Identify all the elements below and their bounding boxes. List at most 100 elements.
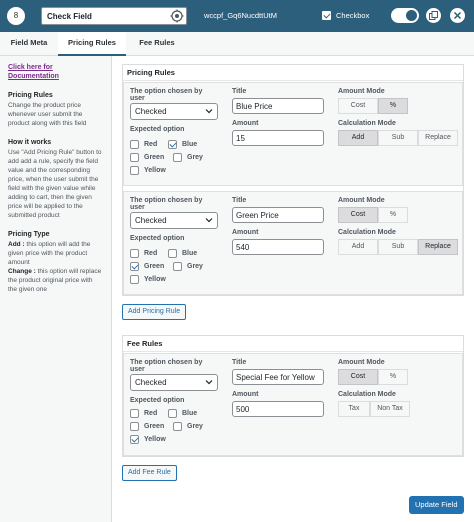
documentation-link[interactable]: Click here for Documentation	[8, 64, 59, 80]
title-label: Title	[232, 359, 247, 366]
option-grey-label: Grey	[187, 263, 203, 270]
add-pricing-rule-button[interactable]: Add Pricing Rule	[122, 304, 187, 320]
option-chosen-label: The option chosen by user	[130, 88, 203, 102]
option-chosen-select[interactable]: Checked	[130, 212, 218, 229]
rule-title-input[interactable]	[232, 98, 324, 114]
option-green-label: Green	[144, 263, 165, 270]
pricing-rules-heading: Pricing Rules	[8, 92, 53, 99]
option-chosen-value: Checked	[135, 216, 167, 225]
calculation-mode-label: Calculation Mode	[338, 229, 396, 236]
amount-mode-cost[interactable]: Cost	[338, 98, 378, 114]
rules-content: Pricing Rules The option chosen by user …	[112, 56, 474, 522]
amount-mode-percent[interactable]: %	[378, 369, 408, 385]
calc-mode-add[interactable]: Add	[338, 239, 378, 255]
option-red-checkbox[interactable]	[130, 409, 139, 418]
pricing-rules-section: Pricing Rules The option chosen by user …	[122, 64, 464, 296]
pricing-rule-2: The option chosen by user Checked Expect…	[123, 191, 463, 295]
amount-mode-cost[interactable]: Cost	[338, 369, 378, 385]
expected-option-label: Expected option	[130, 397, 185, 404]
delete-field-button[interactable]	[450, 8, 465, 23]
option-grey-checkbox[interactable]	[173, 153, 182, 162]
expected-option-label: Expected option	[130, 235, 185, 242]
calc-mode-sub[interactable]: Sub	[378, 239, 418, 255]
tab-pricing-rules[interactable]: Pricing Rules	[58, 32, 126, 56]
tab-fee-rules[interactable]: Fee Rules	[126, 32, 188, 56]
amount-mode-label: Amount Mode	[338, 197, 385, 204]
amount-mode-percent[interactable]: %	[378, 98, 408, 114]
fee-rules-title: Fee Rules	[123, 336, 463, 352]
option-grey-label: Grey	[187, 423, 203, 430]
change-type-description: Change : this option will replace the pr…	[8, 267, 103, 294]
expected-option-label: Expected option	[130, 126, 185, 133]
option-yellow-checkbox[interactable]	[130, 275, 139, 284]
pricing-type-heading: Pricing Type	[8, 231, 50, 238]
calc-mode-non-tax[interactable]: Non Tax	[370, 401, 410, 417]
target-icon[interactable]	[170, 9, 184, 23]
close-icon	[453, 11, 462, 20]
amount-mode-label: Amount Mode	[338, 88, 385, 95]
clone-field-button[interactable]	[426, 8, 441, 23]
option-blue-label: Blue	[182, 250, 198, 257]
amount-label: Amount	[232, 120, 259, 127]
option-yellow-checkbox[interactable]	[130, 435, 139, 444]
option-red-checkbox[interactable]	[130, 140, 139, 149]
calc-mode-replace[interactable]: Replace	[418, 239, 458, 255]
option-yellow-label: Yellow	[144, 167, 166, 174]
option-chosen-label: The option chosen by user	[130, 197, 203, 211]
rule-title-input[interactable]	[232, 369, 324, 385]
option-green-label: Green	[144, 154, 165, 161]
rule-amount-input[interactable]	[232, 239, 324, 255]
amount-mode-percent[interactable]: %	[378, 207, 408, 223]
option-green-checkbox[interactable]	[130, 262, 139, 271]
add-type-label: Add :	[8, 241, 25, 248]
chevron-down-icon	[205, 109, 213, 114]
rule-amount-input[interactable]	[232, 130, 324, 146]
field-key: wccpf_Gq6NucdttUtM	[204, 11, 277, 20]
field-header: 8 wccpf_Gq6NucdttUtM Checkbox	[0, 0, 474, 32]
pricing-rules-description: Change the product price whenever user s…	[8, 102, 87, 127]
chevron-down-icon	[205, 380, 213, 385]
option-blue-checkbox[interactable]	[168, 249, 177, 258]
field-tabs: Field Meta Pricing Rules Fee Rules	[0, 32, 474, 56]
calc-mode-add[interactable]: Add	[338, 130, 378, 146]
option-red-checkbox[interactable]	[130, 249, 139, 258]
option-grey-checkbox[interactable]	[173, 422, 182, 431]
calc-mode-sub[interactable]: Sub	[378, 130, 418, 146]
option-chosen-select[interactable]: Checked	[130, 374, 218, 391]
calculation-mode-label: Calculation Mode	[338, 120, 396, 127]
option-green-checkbox[interactable]	[130, 153, 139, 162]
option-grey-checkbox[interactable]	[173, 262, 182, 271]
option-yellow-label: Yellow	[144, 436, 166, 443]
option-blue-checkbox[interactable]	[168, 140, 177, 149]
option-blue-checkbox[interactable]	[168, 409, 177, 418]
rule-amount-input[interactable]	[232, 401, 324, 417]
option-blue-label: Blue	[182, 410, 198, 417]
how-it-works-heading: How it works	[8, 139, 52, 146]
option-red-label: Red	[144, 410, 158, 417]
rule-title-input[interactable]	[232, 207, 324, 223]
option-yellow-checkbox[interactable]	[130, 166, 139, 175]
calculation-mode-label: Calculation Mode	[338, 391, 396, 398]
add-fee-rule-button[interactable]: Add Fee Rule	[122, 465, 177, 481]
option-yellow-label: Yellow	[144, 276, 166, 283]
amount-mode-cost[interactable]: Cost	[338, 207, 378, 223]
field-name-wrapper	[41, 7, 187, 25]
option-chosen-value: Checked	[135, 107, 167, 116]
option-blue-label: Blue	[182, 141, 198, 148]
field-type-checkbox[interactable]	[322, 11, 331, 20]
calc-mode-replace[interactable]: Replace	[418, 130, 458, 146]
chevron-down-icon	[205, 218, 213, 223]
tab-field-meta[interactable]: Field Meta	[0, 32, 58, 56]
option-chosen-label: The option chosen by user	[130, 359, 203, 373]
option-red-label: Red	[144, 250, 158, 257]
change-type-label: Change :	[8, 268, 36, 275]
field-enable-toggle[interactable]	[391, 8, 419, 23]
option-red-label: Red	[144, 141, 158, 148]
option-green-checkbox[interactable]	[130, 422, 139, 431]
field-name-input[interactable]	[42, 8, 166, 24]
calc-mode-tax[interactable]: Tax	[338, 401, 370, 417]
option-chosen-select[interactable]: Checked	[130, 103, 218, 120]
amount-label: Amount	[232, 391, 259, 398]
update-field-button[interactable]: Update Field	[409, 496, 464, 514]
option-green-label: Green	[144, 423, 165, 430]
